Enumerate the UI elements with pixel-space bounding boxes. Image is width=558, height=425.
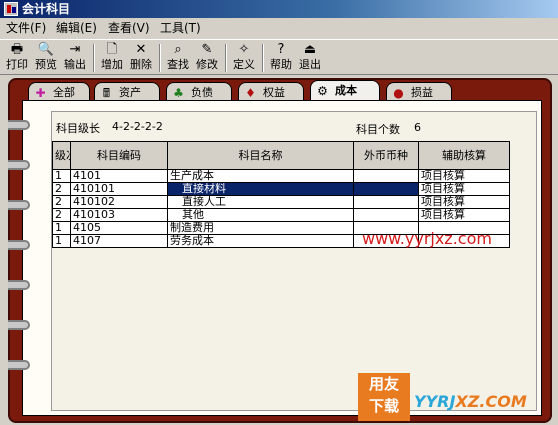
binder-ring	[8, 160, 30, 170]
watermark-logo: 用友 下载	[358, 373, 410, 421]
menu-tools[interactable]: 工具(T)	[160, 21, 201, 36]
level-length-label: 科目级长	[56, 122, 100, 135]
printer-icon: 🖶	[10, 42, 24, 57]
account-count-value: 6	[414, 121, 421, 134]
binder-ring	[8, 120, 30, 130]
watermark-url: www.yyrjxz.com	[362, 229, 492, 248]
exit-button[interactable]: ⏏ 退出	[296, 42, 324, 74]
magnifier-icon: 🔍	[37, 42, 55, 57]
liability-icon: ♣	[173, 86, 184, 100]
find-button[interactable]: ⌕ 查找	[164, 42, 192, 74]
column-header-currency[interactable]: 外币币种	[353, 141, 419, 170]
menu-file[interactable]: 文件(F)	[6, 21, 46, 36]
toolbar: 🖶 打印 🔍 预览 ⇥ 输出 🗋 增加 ✕ 删除 ⌕ 查找 ✎ 修改 ✧ 定义 …	[0, 39, 558, 75]
toolbar-separator	[93, 44, 95, 72]
profit-loss-icon: ●	[393, 86, 404, 100]
app-icon	[4, 2, 18, 16]
binder-ring	[8, 240, 30, 250]
title-bar[interactable]: 会计科目	[0, 0, 558, 18]
binder-ring	[8, 280, 30, 290]
column-header-code[interactable]: 科目编码	[70, 141, 168, 170]
toolbar-separator	[262, 44, 264, 72]
table-header-row: 级次 科目编码 科目名称 外币币种 辅助核算	[52, 141, 510, 170]
modify-button[interactable]: ✎ 修改	[193, 42, 221, 74]
table-row[interactable]: 2 410103 其他 项目核算	[52, 208, 510, 222]
cost-icon: ⚙	[317, 84, 328, 98]
all-icon: ✚	[35, 86, 46, 100]
column-header-level[interactable]: 级次	[52, 141, 71, 170]
equity-icon: ♦	[245, 86, 256, 100]
edit-pencil-icon: ✎	[201, 42, 213, 57]
delete-x-icon: ✕	[135, 42, 147, 57]
column-header-auxiliary[interactable]: 辅助核算	[418, 141, 510, 170]
watermark-logo-text: YYRJXZ.COM	[414, 392, 527, 411]
asset-icon: 🖩	[102, 86, 111, 100]
column-header-name[interactable]: 科目名称	[167, 141, 354, 170]
menu-bar: 文件(F) 编辑(E) 查看(V) 工具(T)	[0, 19, 558, 38]
new-document-icon: 🗋	[106, 42, 118, 57]
find-icon: ⌕	[174, 42, 182, 57]
table-row-selected[interactable]: 2 410101 直接材料 项目核算	[52, 182, 510, 196]
menu-view[interactable]: 查看(V)	[108, 21, 150, 36]
export-icon: ⇥	[69, 42, 81, 57]
magic-wand-icon: ✧	[238, 42, 250, 57]
preview-button[interactable]: 🔍 预览	[32, 42, 60, 74]
menu-edit[interactable]: 编辑(E)	[56, 21, 97, 36]
define-button[interactable]: ✧ 定义	[230, 42, 258, 74]
add-button[interactable]: 🗋 增加	[98, 42, 126, 74]
binder-ring	[8, 360, 30, 370]
toolbar-separator	[225, 44, 227, 72]
delete-button[interactable]: ✕ 删除	[127, 42, 155, 74]
window-title: 会计科目	[22, 2, 71, 16]
help-question-icon: ?	[277, 42, 285, 57]
toolbar-separator	[159, 44, 161, 72]
level-length-value: 4-2-2-2-2	[112, 120, 163, 133]
print-button[interactable]: 🖶 打印	[3, 42, 31, 74]
account-count-label: 科目个数	[356, 123, 400, 136]
export-button[interactable]: ⇥ 输出	[61, 42, 89, 74]
binder-ring	[8, 200, 30, 210]
binder-ring	[8, 320, 30, 330]
table-row[interactable]: 2 410102 直接人工 项目核算	[52, 195, 510, 209]
help-button[interactable]: ? 帮助	[267, 42, 295, 74]
exit-door-icon: ⏏	[303, 42, 317, 57]
table-row[interactable]: 1 4101 生产成本 项目核算	[52, 169, 510, 183]
